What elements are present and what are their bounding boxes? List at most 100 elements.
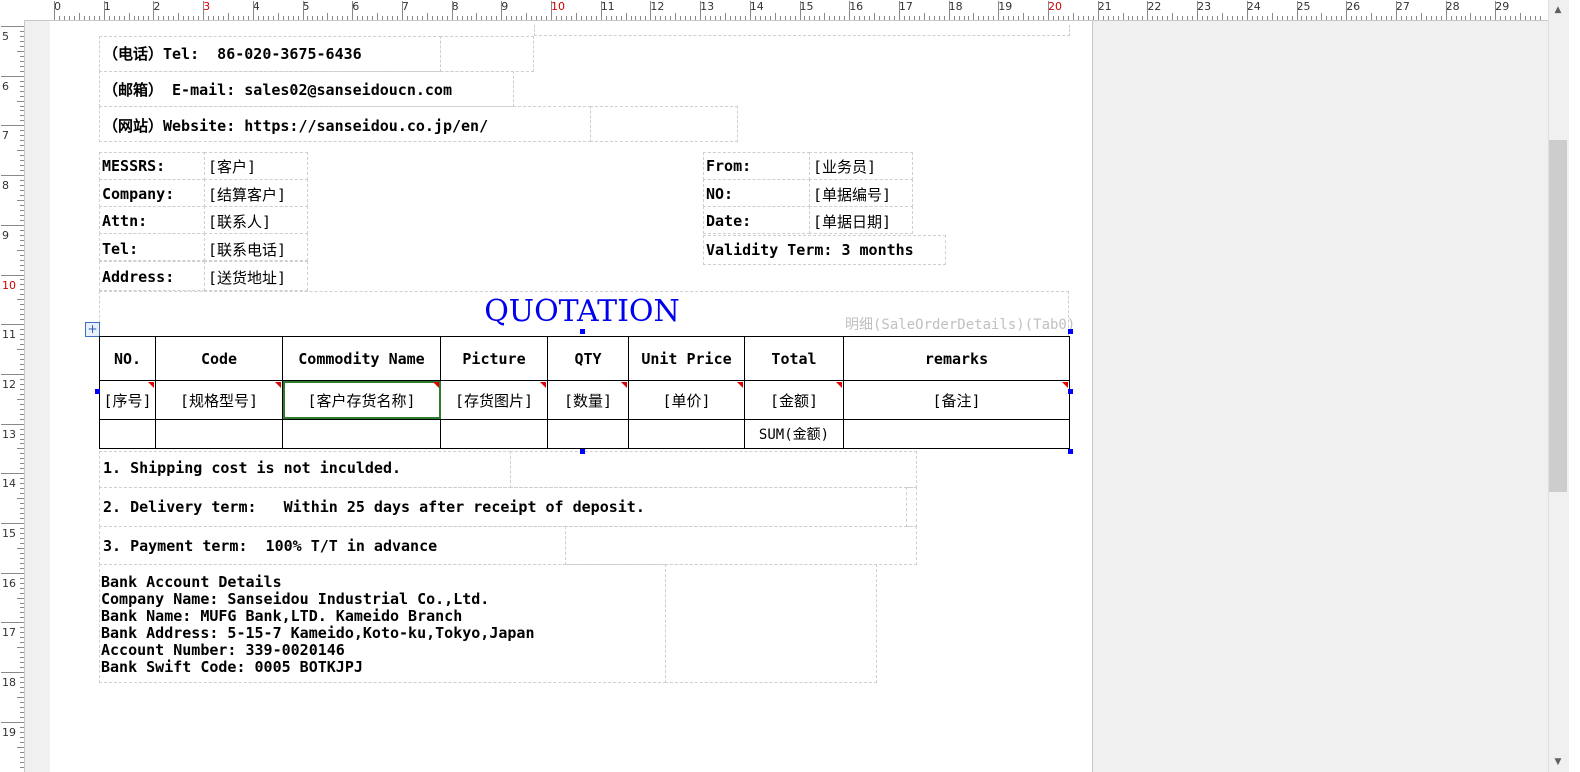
ruler-tick — [983, 16, 985, 20]
ruler-tick — [436, 16, 438, 20]
ruler-tick — [1296, 1, 1298, 20]
ruler-tick — [20, 358, 24, 360]
sum-cell[interactable] — [99, 418, 156, 450]
header-total[interactable]: Total — [744, 335, 844, 382]
resize-handle[interactable] — [95, 389, 100, 394]
ruler-tick — [302, 1, 304, 20]
cell-code[interactable]: [规格型号] — [155, 380, 283, 420]
empty-cell[interactable] — [665, 564, 877, 683]
ruler-number: 18 — [2, 676, 16, 690]
ruler-tick — [834, 16, 836, 20]
empty-cell[interactable] — [440, 36, 534, 72]
address-value: [送货地址] — [208, 269, 287, 287]
cell-commodity-name[interactable]: [客户存货名称] — [282, 380, 441, 420]
header-remarks[interactable]: remarks — [843, 335, 1070, 382]
cell-picture-text: [存货图片] — [454, 391, 534, 410]
date-value: [单据日期] — [813, 213, 892, 231]
ruler-tick — [1430, 16, 1432, 20]
ruler-tick — [401, 1, 403, 20]
sum-cell[interactable] — [843, 418, 1070, 450]
ruler-tick — [1505, 16, 1507, 20]
ruler-tick — [20, 279, 24, 281]
resize-handle[interactable] — [1068, 449, 1073, 454]
ruler-tick — [322, 16, 324, 20]
resize-handle[interactable] — [1068, 329, 1073, 334]
resize-handle[interactable] — [580, 329, 585, 334]
tel-label: Tel: — [102, 240, 139, 258]
header-code[interactable]: Code — [155, 335, 283, 382]
tel-text: （电话）Tel: 86-020-3675-6436 — [103, 45, 362, 63]
scroll-up-icon[interactable]: ▲ — [1549, 0, 1567, 20]
header-qty[interactable]: QTY — [547, 335, 629, 382]
ruler-tick — [1028, 16, 1030, 20]
ruler-tick — [948, 1, 950, 20]
ruler-tick — [918, 16, 920, 20]
ruler-tick — [521, 16, 523, 20]
cell-total[interactable]: [金额] — [744, 380, 844, 420]
header-picture[interactable]: Picture — [440, 335, 548, 382]
sum-cell[interactable] — [440, 418, 548, 450]
header-commodity-name[interactable]: Commodity Name — [282, 335, 441, 382]
resize-handle[interactable] — [580, 449, 585, 454]
details-table[interactable]: NO. Code Commodity Name Picture QTY Unit… — [99, 335, 1070, 450]
sum-total-cell[interactable]: SUM(金额) — [744, 418, 844, 450]
header-no[interactable]: NO. — [99, 335, 156, 382]
ruler-number: 15 — [2, 527, 16, 540]
ruler-tick — [20, 761, 24, 763]
ruler-tick — [1405, 16, 1407, 20]
ruler-tick — [20, 289, 24, 291]
ruler-number: 18 — [948, 0, 963, 13]
scrollbar-thumb[interactable] — [1549, 140, 1567, 492]
ruler-tick — [819, 16, 821, 20]
sum-cell[interactable] — [155, 418, 283, 450]
ruler-tick — [859, 16, 861, 20]
resize-handle[interactable] — [1068, 389, 1073, 394]
ruler-tick — [1, 75, 24, 77]
sum-cell[interactable] — [628, 418, 745, 450]
empty-cell[interactable] — [565, 526, 917, 565]
cell-no[interactable]: [序号] — [99, 380, 156, 420]
ruler-tick — [1, 175, 24, 177]
ruler-tick — [923, 13, 925, 20]
ruler-tick — [297, 16, 299, 20]
ruler-tick — [20, 488, 24, 490]
ruler-tick — [645, 16, 647, 20]
sum-cell[interactable] — [282, 418, 441, 450]
empty-cell[interactable] — [590, 106, 738, 142]
ruler-number: 4 — [252, 0, 260, 13]
ruler-tick — [332, 16, 334, 20]
ruler-tick — [620, 16, 622, 20]
ruler-tick — [1440, 16, 1442, 20]
ruler-tick — [874, 13, 876, 20]
ruler-tick — [20, 403, 24, 405]
ruler-tick — [1097, 1, 1099, 20]
empty-cell[interactable] — [906, 487, 917, 527]
ruler-tick — [1057, 16, 1059, 20]
sum-cell[interactable] — [547, 418, 629, 450]
ruler-tick — [17, 100, 24, 102]
cell-picture[interactable]: [存货图片] — [440, 380, 548, 420]
ruler-tick — [372, 16, 374, 20]
canvas-margin-right — [1093, 21, 1548, 772]
ruler-tick — [1266, 16, 1268, 20]
ruler-tick — [839, 16, 841, 20]
ruler-tick — [943, 16, 945, 20]
header-unit-price[interactable]: Unit Price — [628, 335, 745, 382]
cell-qty[interactable]: [数量] — [547, 380, 629, 420]
ruler-tick — [466, 16, 468, 20]
scroll-down-icon[interactable]: ▼ — [1549, 752, 1567, 772]
ruler-tick — [421, 16, 423, 20]
ruler-tick — [590, 16, 592, 20]
ruler-tick — [1341, 16, 1343, 20]
empty-cell[interactable] — [534, 25, 1070, 36]
ruler-tick — [20, 587, 24, 589]
cell-unit-price[interactable]: [单价] — [628, 380, 745, 420]
ruler-tick — [20, 110, 24, 112]
ruler-tick — [158, 16, 160, 20]
table-move-icon[interactable]: + — [85, 322, 100, 337]
empty-cell[interactable] — [510, 451, 917, 488]
ruler-tick — [1465, 16, 1467, 20]
cell-remarks[interactable]: [备注] — [843, 380, 1070, 420]
ruler-number: 19 — [998, 0, 1013, 13]
table-header-row: NO. Code Commodity Name Picture QTY Unit… — [99, 335, 1070, 382]
